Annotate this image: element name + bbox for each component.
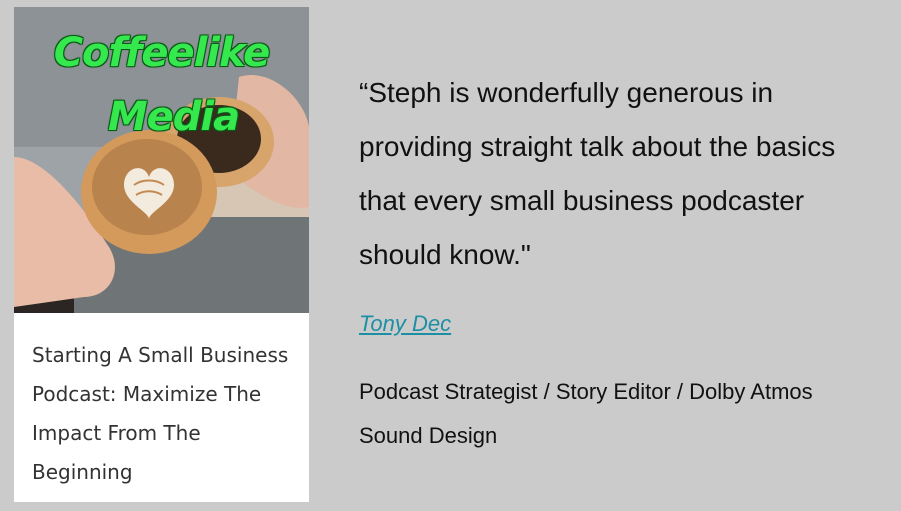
testimonial-author-role: Podcast Strategist / Story Editor / Dolb… [359, 379, 813, 448]
podcast-cover-image[interactable]: Coffeelike Media [14, 7, 309, 313]
episode-title[interactable]: Starting A Small Business Podcast: Maxim… [32, 336, 292, 492]
podcast-episode-card[interactable]: Coffeelike Media Starting A Small Busine… [14, 7, 309, 502]
cover-title-line2: Media [107, 94, 240, 140]
testimonial-quote: “Steph is wonderfully generous in provid… [359, 77, 836, 270]
cover-title-line1: Coffeelike [53, 30, 271, 76]
testimonial-author-link[interactable]: Tony Dec [359, 311, 451, 337]
